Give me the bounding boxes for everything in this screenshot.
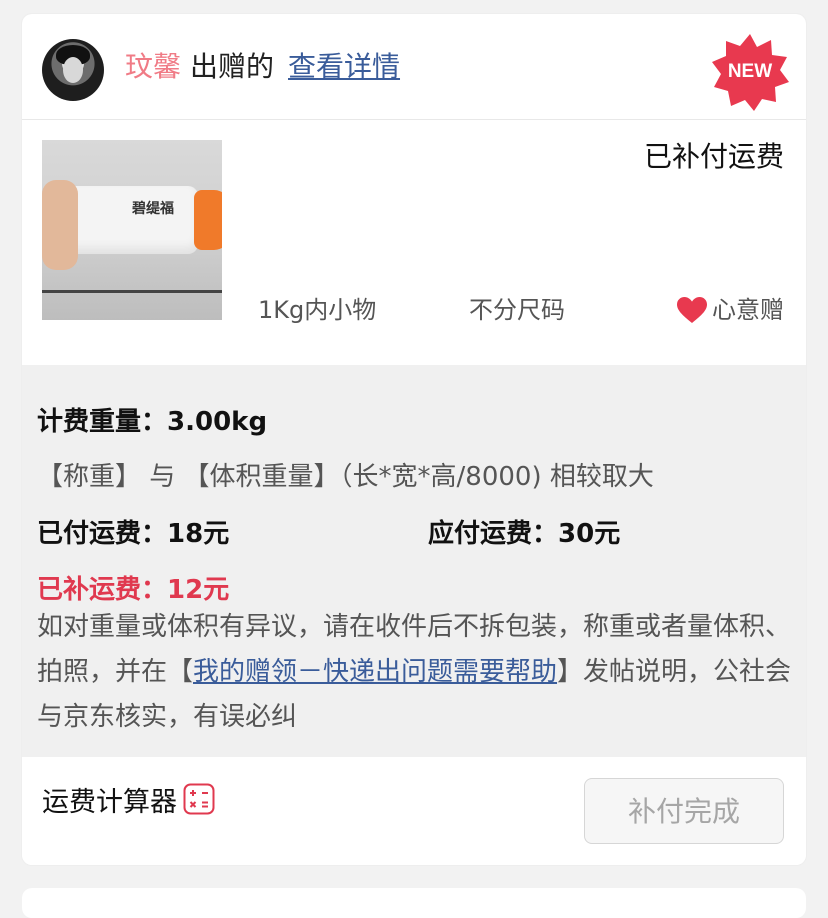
weight-class: 1Kg内小物 — [258, 296, 377, 324]
photo-floor-line — [42, 290, 222, 293]
view-details-link[interactable]: 查看详情 — [288, 50, 400, 84]
new-badge-label: NEW — [727, 61, 773, 82]
help-link[interactable]: 我的赠领－快递出问题需要帮助 — [193, 657, 557, 687]
billing-weight: 计费重量：3.00kg — [37, 401, 267, 438]
supplement-shipping-value: 12元 — [167, 575, 230, 605]
shipping-info: 计费重量：3.00kg 【称重】 与 【体积重量】（长*宽*高/8000) 相较… — [22, 365, 806, 757]
paid-shipping-label: 已付运费： — [37, 519, 168, 549]
card-footer: 运费计算器 补付完成 — [22, 757, 806, 865]
bottle-logo: 碧缇福 — [132, 201, 174, 217]
gift-type: 心意赠 — [676, 290, 784, 325]
heart-icon — [677, 297, 707, 323]
dispute-note: 如对重量或体积有异议，请在收件后不拆包装，称重或者量体积、拍照，并在【我的赠领－… — [37, 605, 797, 740]
billing-weight-value: 3.00kg — [167, 407, 268, 437]
card-header: 玟馨 出赠的 查看详情 NEW — [22, 14, 806, 120]
due-shipping-value: 30元 — [558, 519, 621, 549]
gift-type-label: 心意赠 — [712, 296, 784, 324]
hand — [42, 180, 78, 270]
payment-complete-button[interactable]: 补付完成 — [584, 778, 784, 844]
supplement-shipping: 已补运费：12元 — [37, 569, 229, 606]
avatar[interactable] — [42, 39, 104, 101]
gift-card: 玟馨 出赠的 查看详情 NEW 碧缇福 已补付运费 1Kg内小物 不分尺码 心意… — [22, 14, 806, 865]
size-label: 不分尺码 — [469, 296, 565, 324]
paid-shipping: 已付运费：18元 — [37, 513, 229, 550]
product-photo[interactable]: 碧缇福 — [42, 140, 222, 320]
bottle-cap — [194, 190, 222, 250]
paid-shipping-value: 18元 — [167, 519, 230, 549]
new-badge: NEW — [710, 32, 790, 112]
shipping-calculator[interactable]: 运费计算器 — [42, 783, 215, 820]
weight-rule: 【称重】 与 【体积重量】（长*宽*高/8000) 相较取大 — [37, 462, 654, 492]
next-card — [22, 888, 806, 918]
payment-status: 已补付运费 — [643, 140, 784, 173]
product-section[interactable]: 碧缇福 已补付运费 1Kg内小物 不分尺码 心意赠 — [22, 120, 806, 365]
calculator-label: 运费计算器 — [42, 787, 177, 818]
supplement-shipping-label: 已补运费： — [37, 575, 168, 605]
avatar-face — [63, 57, 83, 83]
due-shipping-label: 应付运费： — [428, 519, 559, 549]
billing-weight-label: 计费重量： — [37, 407, 168, 437]
gave-text: 出赠的 — [190, 50, 275, 83]
donor-name[interactable]: 玟馨 — [125, 50, 181, 84]
calculator-icon — [183, 783, 215, 815]
due-shipping: 应付运费：30元 — [428, 513, 620, 550]
